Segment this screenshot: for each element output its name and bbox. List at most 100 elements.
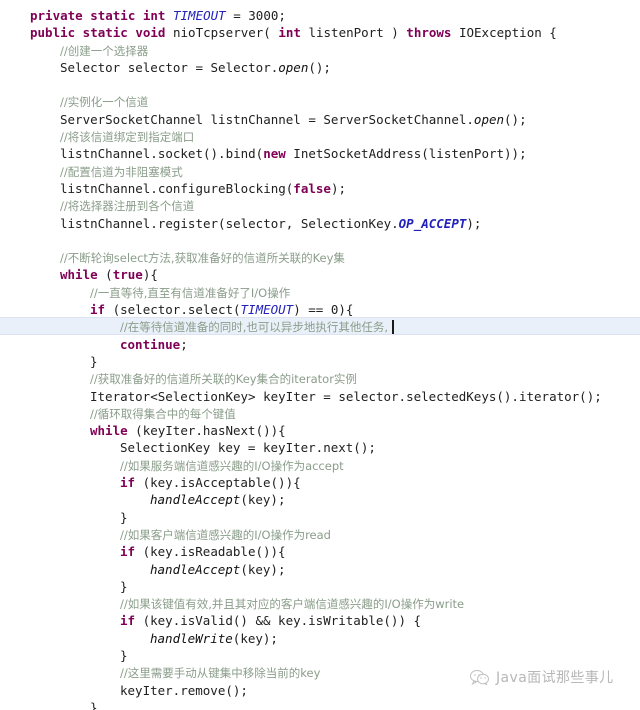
code-token-plain: keyIter.remove(); xyxy=(120,682,248,698)
code-token-comment: //配置信道为非阻塞模式 xyxy=(60,164,183,179)
code-token-keyword: continue xyxy=(120,336,181,352)
text-caret xyxy=(392,320,394,335)
code-line[interactable]: listnChannel.configureBlocking(false); xyxy=(0,180,640,197)
code-line[interactable]: //如果该键值有效,并且其对应的客户端信道感兴趣的I/O操作为write xyxy=(0,595,640,612)
code-token-method: open xyxy=(278,59,309,75)
code-line[interactable]: //获取准备好的信道所关联的Key集合的iterator实例 xyxy=(0,370,640,387)
code-token-comment: //实例化一个信道 xyxy=(60,95,149,110)
code-token-plain: IOException { xyxy=(451,25,557,41)
code-line[interactable]: public static void nioTcpserver( int lis… xyxy=(0,24,640,41)
code-token-plain: (keyIter.hasNext()){ xyxy=(127,423,286,439)
code-line[interactable]: //不断轮询select方法,获取准备好的信道所关联的Key集 xyxy=(0,249,640,266)
code-line[interactable]: handleWrite(key); xyxy=(0,630,640,647)
code-line[interactable]: handleAccept(key); xyxy=(0,561,640,578)
code-line[interactable]: //将该信道绑定到指定端口 xyxy=(0,128,640,145)
code-token-keyword: public static void xyxy=(30,25,173,41)
code-token-plain: ); xyxy=(466,215,482,231)
code-token-keyword: throws xyxy=(406,25,452,41)
code-token-number: 3000 xyxy=(248,8,279,23)
code-line[interactable]: } xyxy=(0,699,640,710)
code-token-plain: listnChannel.configureBlocking( xyxy=(60,180,294,196)
code-token-plain: ) == xyxy=(293,302,331,318)
code-token-plain: (key); xyxy=(240,492,286,508)
code-line[interactable]: //将选择器注册到各个信道 xyxy=(0,197,640,214)
code-line[interactable]: //配置信道为非阻塞模式 xyxy=(0,163,640,180)
code-token-keyword: if xyxy=(120,613,136,629)
code-line[interactable]: } xyxy=(0,353,640,370)
code-line[interactable]: //循环取得集合中的每个键值 xyxy=(0,405,640,422)
code-line[interactable]: //创建一个选择器 xyxy=(0,42,640,59)
code-token-keyword: if xyxy=(120,475,136,491)
code-token-keyword: while xyxy=(60,267,98,283)
code-token-plain: Selector selector = Selector. xyxy=(60,59,279,75)
code-token-plain: } xyxy=(120,509,128,525)
code-token-keyword: private static int xyxy=(30,8,173,23)
code-token-comment: //一直等待,直至有信道准备好了I/O操作 xyxy=(90,285,291,300)
code-line[interactable]: //如果客户端信道感兴趣的I/O操作为read xyxy=(0,526,640,543)
code-line[interactable]: Iterator<SelectionKey> keyIter = selecto… xyxy=(0,388,640,405)
code-line[interactable]: } xyxy=(0,647,640,664)
code-token-plain: (); xyxy=(308,59,331,75)
code-token-plain: ); xyxy=(330,180,346,196)
code-token-plain: ServerSocketChannel listnChannel = Serve… xyxy=(60,111,474,127)
code-token-method: handleAccept xyxy=(150,561,241,577)
code-token-plain: (key); xyxy=(232,630,278,646)
code-token-plain: listenPort ) xyxy=(300,25,407,41)
code-token-plain: InetSocketAddress(listenPort)); xyxy=(285,146,527,162)
code-line[interactable] xyxy=(0,232,640,249)
code-line[interactable]: while (true){ xyxy=(0,266,640,283)
code-line[interactable]: } xyxy=(0,578,640,595)
code-token-plain: (key.isReadable()){ xyxy=(135,544,286,560)
code-token-keyword: new xyxy=(263,146,286,162)
code-token-plain: SelectionKey key = keyIter.next(); xyxy=(120,440,376,456)
code-line[interactable]: while (keyIter.hasNext()){ xyxy=(0,422,640,439)
code-content[interactable]: private static int TIMEOUT = 3000; public… xyxy=(0,0,640,710)
code-line[interactable]: handleAccept(key); xyxy=(0,491,640,508)
code-token-plain: (selector.select( xyxy=(105,302,241,318)
code-editor-view[interactable]: private static int TIMEOUT = 3000; public… xyxy=(0,0,640,710)
code-token-comment: //如果客户端信道感兴趣的I/O操作为read xyxy=(120,527,331,542)
code-token-comment: //获取准备好的信道所关联的Key集合的iterator实例 xyxy=(90,372,357,387)
code-token-plain: nioTcpserver( xyxy=(173,25,279,41)
code-token-plain: ; xyxy=(278,8,286,23)
code-line[interactable]: //在等待信道准备的同时,也可以异步地执行其他任务, xyxy=(0,318,640,335)
code-token-method: open xyxy=(473,111,505,127)
code-line[interactable]: //实例化一个信道 xyxy=(0,93,640,110)
code-token-comment: //这里需要手动从键集中移除当前的key xyxy=(120,666,321,681)
code-token-plain: listnChannel.register(selector, Selectio… xyxy=(60,215,399,231)
code-token-plain: } xyxy=(120,578,128,594)
code-line[interactable] xyxy=(0,76,640,93)
code-line[interactable]: Selector selector = Selector.open(); xyxy=(0,59,640,76)
code-line[interactable]: listnChannel.register(selector, Selectio… xyxy=(0,215,640,232)
code-token-plain: listnChannel.socket().bind( xyxy=(60,146,264,162)
code-line[interactable]: if (key.isReadable()){ xyxy=(0,543,640,560)
code-line[interactable]: ServerSocketChannel listnChannel = Serve… xyxy=(0,111,640,128)
code-line[interactable]: //一直等待,直至有信道准备好了I/O操作 xyxy=(0,284,640,301)
watermark: Java面试那些事儿 xyxy=(470,667,614,687)
code-token-keyword: while xyxy=(90,423,128,439)
code-token-plain: (); xyxy=(504,111,527,127)
code-line[interactable]: //如果服务端信道感兴趣的I/O操作为accept xyxy=(0,457,640,474)
code-line[interactable]: continue; xyxy=(0,336,640,353)
code-line[interactable]: if (key.isAcceptable()){ xyxy=(0,474,640,491)
code-token-comment: //创建一个选择器 xyxy=(60,43,149,58)
code-token-comment: //不断轮询select方法,获取准备好的信道所关联的Key集 xyxy=(60,251,345,266)
code-token-plain: } xyxy=(120,647,128,663)
code-line[interactable]: private static int TIMEOUT = 3000; xyxy=(0,7,640,24)
code-line[interactable]: if (selector.select(TIMEOUT) == 0){ xyxy=(0,301,640,318)
code-line[interactable]: SelectionKey key = keyIter.next(); xyxy=(0,439,640,456)
code-token-keyword: true xyxy=(112,267,143,283)
code-line[interactable]: if (key.isValid() && key.isWritable()) { xyxy=(0,612,640,629)
code-token-plain: ){ xyxy=(338,302,354,318)
code-token-keyword: if xyxy=(90,302,106,318)
code-token-comment: //如果服务端信道感兴趣的I/O操作为accept xyxy=(120,458,344,473)
code-token-plain: (key); xyxy=(240,561,286,577)
code-token-comment: //在等待信道准备的同时,也可以异步地执行其他任务, xyxy=(120,320,389,335)
code-token-method: handleWrite xyxy=(150,630,233,646)
code-line[interactable]: listnChannel.socket().bind(new InetSocke… xyxy=(0,145,640,162)
code-token-comment: //循环取得集合中的每个键值 xyxy=(90,406,236,421)
code-token-keyword: false xyxy=(293,180,331,196)
code-line[interactable]: } xyxy=(0,509,640,526)
code-token-plain: ; xyxy=(180,336,188,352)
code-token-comment: //将选择器注册到各个信道 xyxy=(60,199,195,214)
